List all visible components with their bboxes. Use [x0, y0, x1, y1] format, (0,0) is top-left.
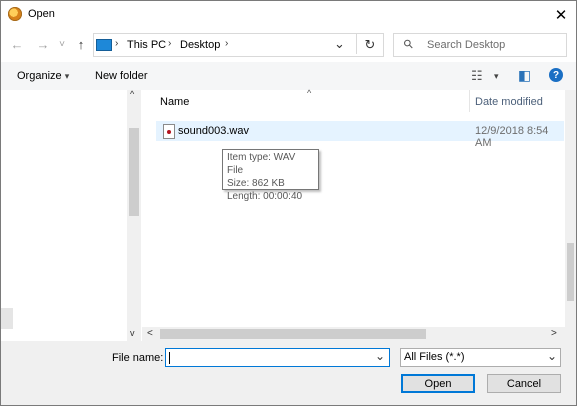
tooltip-item-type: Item type: WAV File [227, 152, 296, 176]
bottom-panel: File name: ⌄ All Files (*.*) ⌄ Open Canc… [1, 341, 576, 405]
address-bar[interactable]: › This PC › Desktop › ⌄ [93, 33, 384, 57]
column-header-row: Name ^ Date modified [142, 88, 565, 112]
new-folder-button[interactable]: New folder [95, 70, 148, 82]
breadcrumb-separator: › [225, 38, 229, 49]
breadcrumb-desktop[interactable]: Desktop [180, 39, 220, 51]
title-bar: Open ✕ [1, 1, 576, 29]
navigation-pane[interactable] [1, 90, 141, 341]
this-pc-icon [96, 39, 112, 51]
app-icon [8, 7, 22, 21]
file-type-value: All Files (*.*) [404, 351, 465, 363]
file-name-label: File name: [112, 352, 164, 364]
search-input[interactable]: ⚲ Search Desktop [393, 33, 567, 57]
address-dropdown-icon[interactable]: ⌄ [334, 36, 345, 52]
file-list[interactable]: Name ^ Date modified sound003.wav 12/9/2… [142, 88, 565, 327]
recent-locations-icon[interactable]: ˅ [56, 34, 68, 54]
cancel-button[interactable]: Cancel [487, 374, 561, 393]
file-type-dropdown-icon[interactable]: ⌄ [547, 349, 557, 363]
file-list-horizontal-scrollbar[interactable]: < > [142, 327, 565, 341]
close-button[interactable]: ✕ [546, 1, 576, 29]
address-divider [356, 34, 357, 54]
file-list-vertical-scrollbar[interactable] [565, 90, 576, 341]
forward-icon[interactable]: → [34, 34, 52, 54]
wav-file-icon [163, 124, 175, 139]
file-type-select[interactable]: All Files (*.*) ⌄ [400, 348, 561, 367]
breadcrumb-separator: › [168, 38, 172, 49]
file-list-horizontal-thumb[interactable] [160, 329, 426, 339]
sort-ascending-icon: ^ [307, 88, 312, 98]
tooltip-size: Size: 862 KB [227, 178, 285, 189]
file-list-vertical-thumb[interactable] [567, 243, 574, 301]
file-row[interactable]: sound003.wav 12/9/2018 8:54 AM [156, 121, 564, 149]
column-divider[interactable] [469, 90, 470, 112]
search-icon: ⚲ [400, 35, 417, 53]
tooltip-length: Length: 00:00:40 [227, 191, 303, 202]
scroll-right-arrow-icon[interactable]: > [551, 328, 557, 339]
organize-label: Organize [17, 70, 62, 82]
file-name-field[interactable]: ⌄ [165, 348, 390, 367]
open-dialog: Open ✕ ← → ˅ ↑ › This PC › Desktop › ⌄ ↻… [0, 0, 577, 406]
open-button[interactable]: Open [401, 374, 475, 393]
back-icon[interactable]: ← [8, 34, 26, 54]
help-icon[interactable]: ? [549, 68, 563, 82]
organize-button[interactable]: Organize ▾ [17, 70, 69, 82]
column-header-name[interactable]: Name [160, 96, 189, 108]
scroll-left-arrow-icon[interactable]: < [147, 328, 153, 339]
up-icon[interactable]: ↑ [72, 34, 90, 54]
view-options-icon[interactable]: ☷ [471, 68, 483, 84]
column-header-date-modified[interactable]: Date modified [475, 96, 543, 108]
file-name: sound003.wav [178, 125, 249, 137]
audio-badge-icon [167, 130, 171, 134]
scroll-down-arrow-icon[interactable]: v [130, 328, 135, 338]
file-name-dropdown-icon[interactable]: ⌄ [375, 349, 385, 363]
refresh-icon[interactable]: ↻ [359, 35, 381, 55]
file-date-modified: 12/9/2018 8:54 AM [475, 125, 549, 149]
nav-selection-indicator [1, 308, 13, 329]
view-arrow-icon[interactable]: ▾ [494, 71, 499, 82]
organize-arrow-icon: ▾ [64, 71, 70, 81]
file-tooltip: Item type: WAV File Size: 862 KB Length:… [222, 149, 319, 202]
command-bar: Organize ▾ New folder ☷ ▾ ◧ ? [1, 62, 576, 90]
text-caret [169, 352, 170, 364]
breadcrumb-separator: › [115, 38, 119, 49]
scroll-up-arrow-icon[interactable]: ^ [130, 89, 134, 99]
window-title: Open [28, 8, 55, 20]
breadcrumb-this-pc[interactable]: This PC [127, 39, 166, 51]
preview-pane-icon[interactable]: ◧ [518, 67, 531, 84]
nav-pane-scroll-thumb[interactable] [129, 128, 139, 216]
search-placeholder: Search Desktop [427, 39, 506, 51]
